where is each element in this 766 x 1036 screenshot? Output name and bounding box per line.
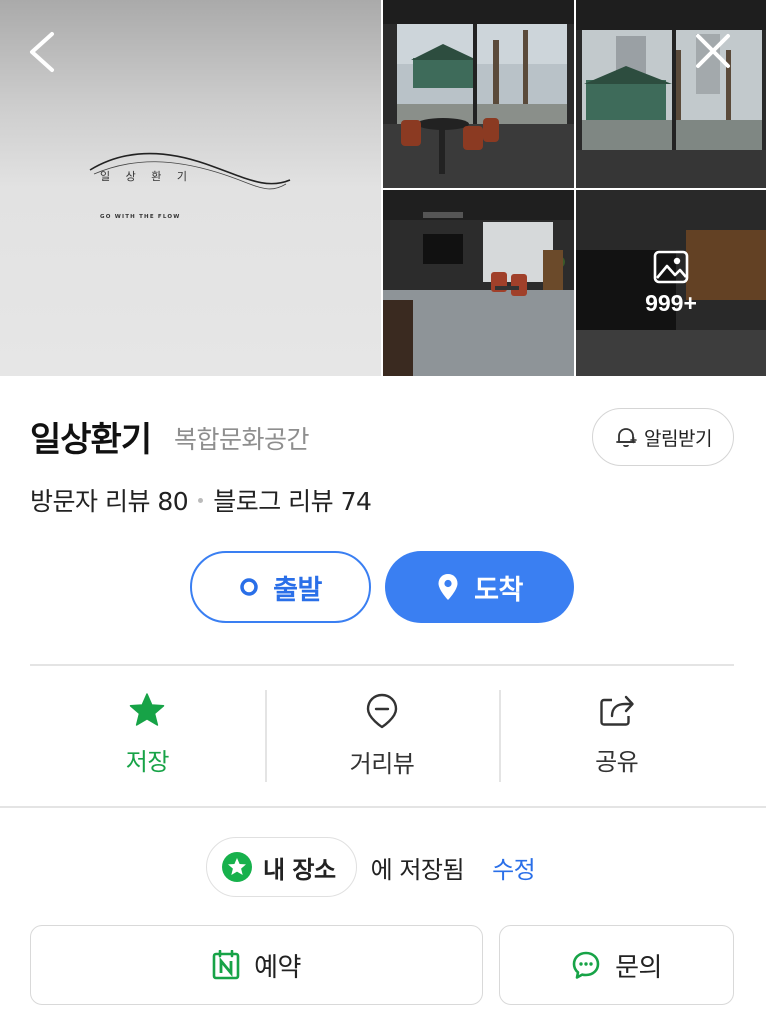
saved-status-text: 에 저장됨 (370, 855, 465, 884)
divider (0, 806, 766, 808)
place-category: 복합문화공간 (174, 425, 310, 454)
alert-button[interactable]: 알림받기 (592, 408, 734, 466)
chat-bubble-icon (572, 951, 600, 979)
brand-logo: 일 상 환 기 GO WITH THE FLOW (86, 150, 296, 230)
image-icon (653, 250, 689, 283)
share-icon (599, 695, 634, 726)
my-place-label: 내 장소 (263, 855, 336, 884)
gallery-photo[interactable] (383, 190, 574, 376)
pin-icon (366, 693, 398, 729)
street-view-label: 거리뷰 (349, 750, 415, 778)
gallery-photo[interactable]: 999+ (576, 190, 766, 376)
depart-label: 출발 (273, 574, 322, 606)
review-summary: 방문자 리뷰 80 블로그 리뷰 74 (30, 482, 372, 518)
location-pin-icon (438, 574, 458, 600)
naver-booking-icon (212, 950, 240, 980)
street-view-button[interactable]: 거리뷰 (265, 688, 500, 784)
close-icon (696, 34, 730, 68)
saved-status: 내 장소 에 저장됨 수정 (206, 836, 536, 898)
chevron-left-icon (30, 32, 54, 72)
alert-button-label: 알림받기 (644, 427, 712, 450)
action-bar: 저장 거리뷰 공유 (30, 688, 734, 784)
origin-dot-icon (240, 578, 258, 596)
save-label: 저장 (125, 748, 170, 776)
main-photo[interactable]: 일 상 환 기 GO WITH THE FLOW (0, 0, 381, 376)
blog-review-link[interactable]: 블로그 리뷰 74 (213, 482, 372, 518)
logo-subtitle-text: GO WITH THE FLOW (100, 214, 181, 220)
visitor-review-link[interactable]: 방문자 리뷰 80 (30, 482, 189, 518)
divider (265, 690, 267, 782)
inquiry-button[interactable]: 문의 (499, 925, 734, 1005)
share-label: 공유 (595, 748, 639, 776)
edit-link[interactable]: 수정 (492, 850, 536, 885)
photo-gallery: 일 상 환 기 GO WITH THE FLOW 999+ (0, 0, 766, 376)
bell-plus-icon (616, 428, 637, 448)
arrive-button[interactable]: 도착 (385, 551, 574, 623)
divider (499, 690, 501, 782)
save-button[interactable]: 저장 (30, 688, 265, 784)
gallery-photo[interactable] (576, 0, 766, 188)
gallery-photo[interactable] (383, 0, 574, 188)
reserve-label: 예약 (254, 952, 301, 983)
logo-name-text: 일 상 환 기 (100, 170, 193, 183)
inquiry-label: 문의 (615, 952, 662, 983)
star-icon (130, 693, 165, 726)
arrive-label: 도착 (474, 574, 523, 606)
more-photos-overlay[interactable]: 999+ (576, 190, 766, 376)
divider (30, 664, 734, 666)
share-button[interactable]: 공유 (499, 688, 734, 784)
close-button[interactable] (690, 28, 736, 74)
back-button[interactable] (20, 28, 66, 74)
star-circle-icon (222, 852, 252, 882)
reserve-button[interactable]: 예약 (30, 925, 483, 1005)
place-title: 일상환기 (30, 420, 152, 460)
separator-dot (198, 497, 204, 503)
depart-button[interactable]: 출발 (190, 551, 371, 623)
my-place-chip[interactable]: 내 장소 (206, 837, 357, 897)
place-header: 일상환기 복합문화공간 알림받기 (30, 408, 736, 466)
more-photos-count: 999+ (645, 289, 697, 316)
